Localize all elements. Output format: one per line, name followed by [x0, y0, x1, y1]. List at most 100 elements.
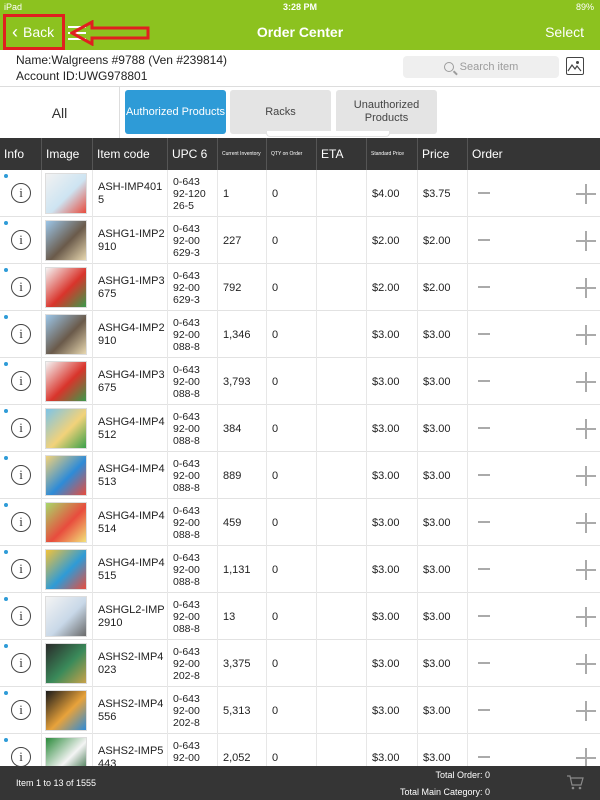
nav-bar: ‹ Back Order Center Select: [0, 14, 600, 50]
info-icon[interactable]: i: [11, 277, 31, 297]
increase-quantity-button[interactable]: [576, 607, 596, 627]
table-row[interactable]: i ASHG4-IMP3675 0-643 92-00 088-8 3,793 0 $3.…: [0, 358, 600, 405]
item-code-cell: ASHS2-IMP4556: [93, 687, 168, 734]
decrease-quantity-button[interactable]: [478, 192, 490, 194]
table-row[interactable]: i ASHG1-IMP2910 0-643 92-00 629-3 227 0 $2.00…: [0, 217, 600, 264]
status-dot-icon: [4, 550, 8, 554]
col-order: Order: [472, 147, 503, 161]
increase-quantity-button[interactable]: [576, 231, 596, 251]
price-cell: $3.00: [418, 593, 468, 640]
table-row[interactable]: i ASHG4-IMP4514 0-643 92-00 088-8 459 0 $3.00…: [0, 499, 600, 546]
info-icon[interactable]: i: [11, 512, 31, 532]
search-input[interactable]: Search item: [403, 56, 559, 78]
product-thumbnail[interactable]: [45, 408, 87, 449]
decrease-quantity-button[interactable]: [478, 427, 490, 429]
image-cell: [42, 170, 93, 217]
decrease-quantity-button[interactable]: [478, 662, 490, 664]
info-icon[interactable]: i: [11, 230, 31, 250]
decrease-quantity-button[interactable]: [478, 615, 490, 617]
increase-quantity-button[interactable]: [576, 654, 596, 674]
back-button[interactable]: ‹ Back: [3, 14, 65, 50]
info-icon[interactable]: i: [11, 653, 31, 673]
qty-on-order-cell: 0: [267, 734, 317, 766]
table-row[interactable]: i ASHG4-IMP4513 0-643 92-00 088-8 889 0 $3.00…: [0, 452, 600, 499]
increase-quantity-button[interactable]: [576, 419, 596, 439]
price-cell: $3.00: [418, 452, 468, 499]
eta-cell: [317, 640, 367, 687]
qty-on-order-cell: 0: [267, 546, 317, 593]
inventory-cell: 227: [218, 217, 267, 264]
increase-quantity-button[interactable]: [576, 513, 596, 533]
table-row[interactable]: i ASHG4-IMP2910 0-643 92-00 088-8 1,346 0 $3.…: [0, 311, 600, 358]
decrease-quantity-button[interactable]: [478, 380, 490, 382]
info-cell: i: [0, 687, 42, 734]
upc-cell: 0-643 92-00 088-8: [168, 499, 218, 546]
tab-racks[interactable]: Racks: [230, 90, 331, 134]
product-thumbnail[interactable]: [45, 690, 87, 731]
increase-quantity-button[interactable]: [576, 184, 596, 204]
pull-handle[interactable]: [266, 131, 390, 137]
info-icon[interactable]: i: [11, 183, 31, 203]
info-icon[interactable]: i: [11, 747, 31, 766]
table-row[interactable]: i ASHS2-IMP4556 0-643 92-00 202-8 5,313 0 $3.…: [0, 687, 600, 734]
increase-quantity-button[interactable]: [576, 372, 596, 392]
tab-unauthorized-products[interactable]: Unauthorized Products: [336, 90, 437, 134]
info-icon[interactable]: i: [11, 559, 31, 579]
item-code-cell: ASHG4-IMP3675: [93, 358, 168, 405]
price-cell: $3.00: [418, 640, 468, 687]
image-icon[interactable]: [566, 57, 584, 75]
table-row[interactable]: i ASHG4-IMP4515 0-643 92-00 088-8 1,131 0 $3.…: [0, 546, 600, 593]
product-thumbnail[interactable]: [45, 737, 87, 766]
increase-quantity-button[interactable]: [576, 748, 596, 766]
eta-cell: [317, 170, 367, 217]
product-thumbnail[interactable]: [45, 314, 87, 355]
decrease-quantity-button[interactable]: [478, 521, 490, 523]
info-icon[interactable]: i: [11, 324, 31, 344]
info-icon[interactable]: i: [11, 418, 31, 438]
info-cell: i: [0, 264, 42, 311]
info-icon[interactable]: i: [11, 700, 31, 720]
info-cell: i: [0, 640, 42, 687]
decrease-quantity-button[interactable]: [478, 709, 490, 711]
table-row[interactable]: i ASHG4-IMP4512 0-643 92-00 088-8 384 0 $3.00…: [0, 405, 600, 452]
decrease-quantity-button[interactable]: [478, 568, 490, 570]
select-button[interactable]: Select: [545, 24, 584, 40]
decrease-quantity-button[interactable]: [478, 239, 490, 241]
increase-quantity-button[interactable]: [576, 278, 596, 298]
table-row[interactable]: i ASHS2-IMP54430-643 92-00 202-82,0520 $3.…: [0, 734, 600, 766]
product-thumbnail[interactable]: [45, 361, 87, 402]
product-thumbnail[interactable]: [45, 643, 87, 684]
table-row[interactable]: i ASH-IMP4015 0-643 92-120 26-5 1 0 $4.00 $3.7…: [0, 170, 600, 217]
info-cell: i: [0, 311, 42, 358]
table-row[interactable]: i ASHG1-IMP3675 0-643 92-00 629-3 792 0 $2.00…: [0, 264, 600, 311]
price-cell: $3.00: [418, 405, 468, 452]
info-cell: i: [0, 734, 42, 766]
info-icon[interactable]: i: [11, 465, 31, 485]
product-thumbnail[interactable]: [45, 549, 87, 590]
decrease-quantity-button[interactable]: [478, 286, 490, 288]
product-thumbnail[interactable]: [45, 173, 87, 214]
tab-authorized-products[interactable]: Authorized Products: [125, 90, 226, 134]
decrease-quantity-button[interactable]: [478, 474, 490, 476]
info-cell: i: [0, 593, 42, 640]
image-cell: [42, 734, 93, 766]
tab-all[interactable]: All: [0, 87, 120, 139]
product-thumbnail[interactable]: [45, 220, 87, 261]
info-icon[interactable]: i: [11, 371, 31, 391]
decrease-quantity-button[interactable]: [478, 756, 490, 758]
increase-quantity-button[interactable]: [576, 325, 596, 345]
table-row[interactable]: i ASHS2-IMP4023 0-643 92-00 202-8 3,375 0 $3.…: [0, 640, 600, 687]
product-thumbnail[interactable]: [45, 267, 87, 308]
increase-quantity-button[interactable]: [576, 466, 596, 486]
increase-quantity-button[interactable]: [576, 701, 596, 721]
product-thumbnail[interactable]: [45, 502, 87, 543]
cart-icon[interactable]: [566, 774, 584, 790]
product-thumbnail[interactable]: [45, 596, 87, 637]
decrease-quantity-button[interactable]: [478, 333, 490, 335]
increase-quantity-button[interactable]: [576, 560, 596, 580]
product-thumbnail[interactable]: [45, 455, 87, 496]
table-row[interactable]: i ASHGL2-IMP2910 0-643 92-00 088-8 13 0 $3.00…: [0, 593, 600, 640]
info-icon[interactable]: i: [11, 606, 31, 626]
status-dot-icon: [4, 644, 8, 648]
inventory-cell: 1,131: [218, 546, 267, 593]
